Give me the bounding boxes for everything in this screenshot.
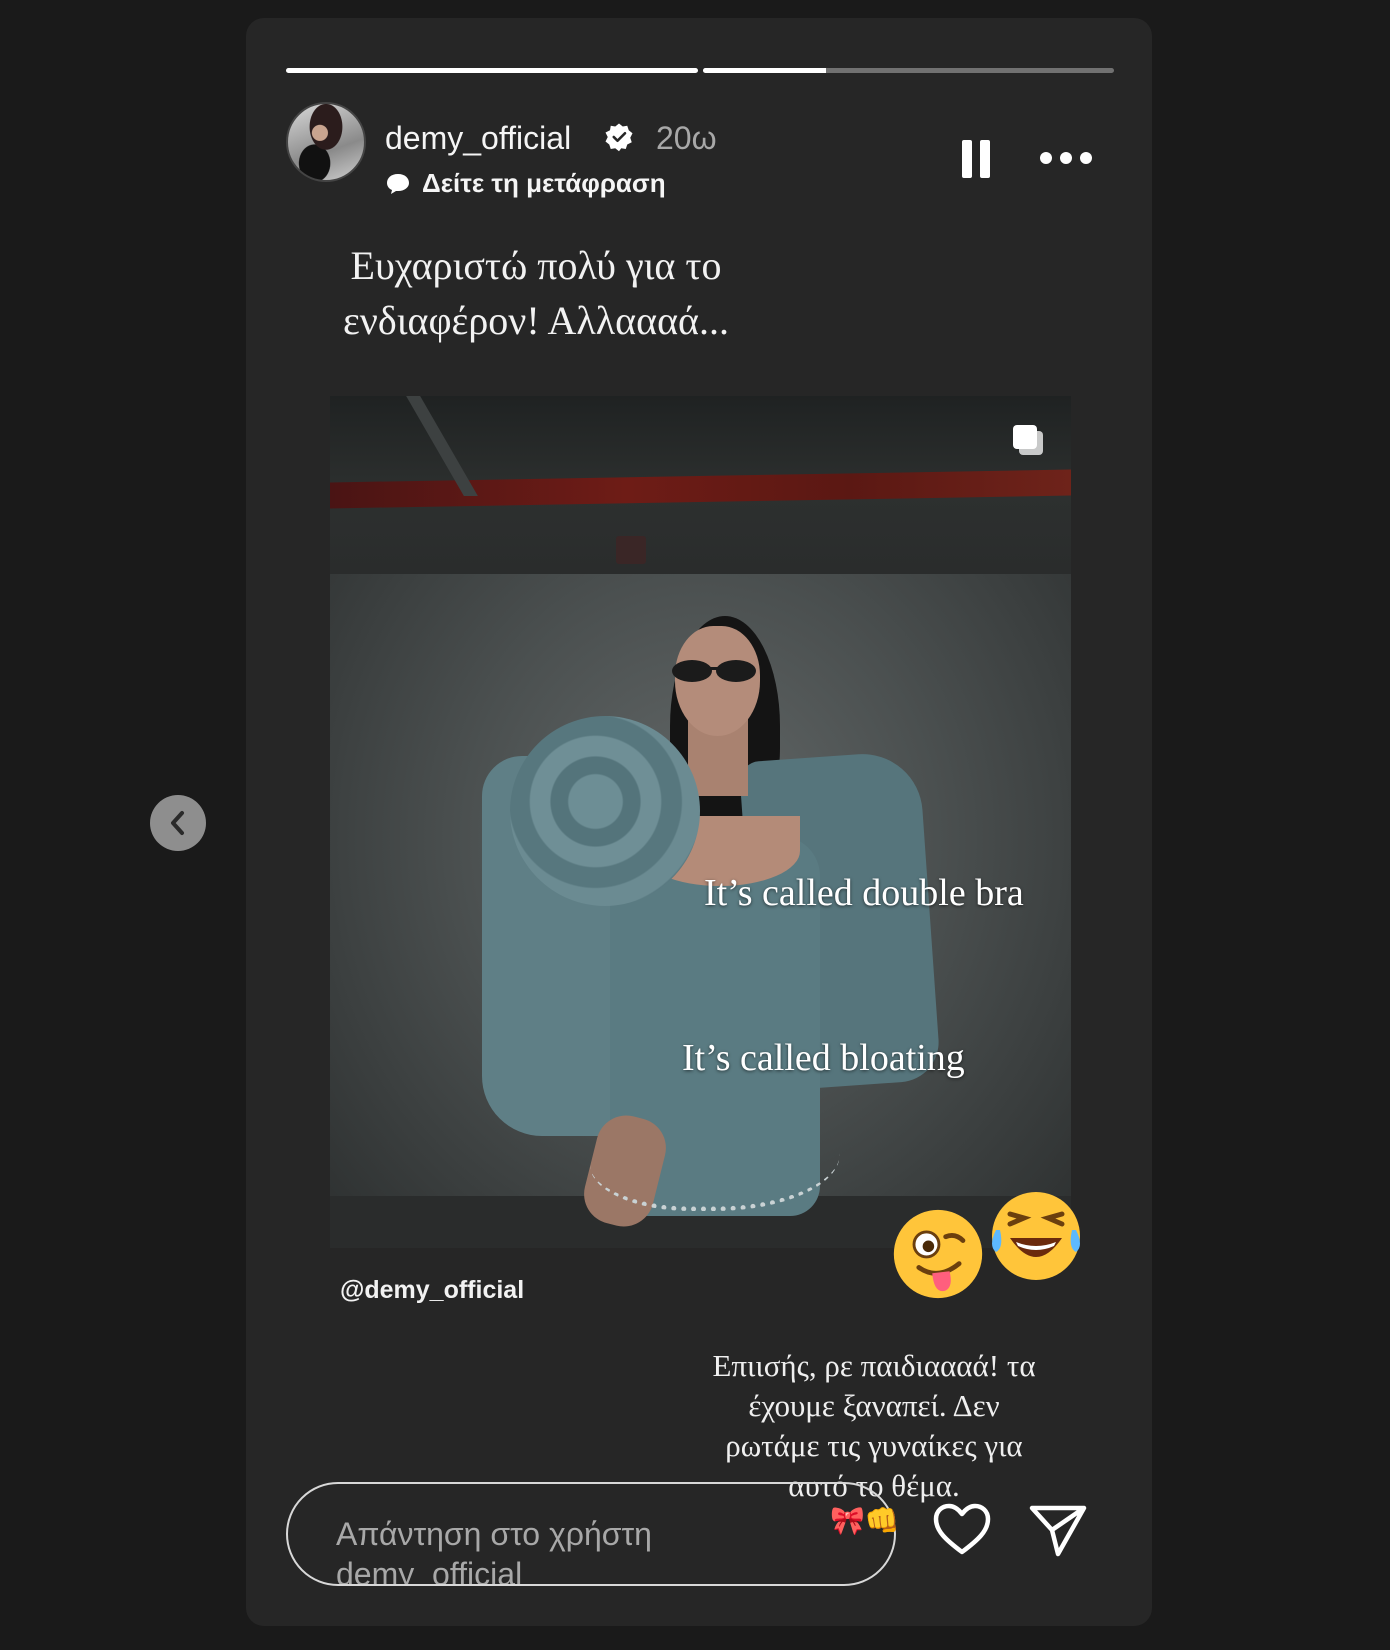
reply-placeholder-line: demy_official [336, 1556, 523, 1586]
pause-icon [962, 140, 972, 178]
progress-segment [702, 68, 1114, 73]
laughing-tears-emoji [992, 1192, 1080, 1280]
see-translation-label: Δείτε τη μετάφραση [422, 168, 666, 198]
story-caption: Ευχαριστώ πολύ για το ενδιαφέρον! Αλλααα… [286, 238, 786, 348]
caption-line: έχουμε ξαναπεί. Δεν [748, 1388, 1000, 1423]
reply-placeholder-line: Απάντηση στο χρήστη [336, 1516, 652, 1552]
more-icon-dot [1080, 152, 1092, 164]
sunglasses [672, 660, 756, 682]
photo-wall-box [616, 536, 646, 564]
caption-line: Ευχαριστώ πολύ για το [350, 243, 722, 288]
progress-fill [286, 68, 698, 73]
chevron-left-icon [171, 811, 184, 835]
more-icon-dot [1060, 152, 1072, 164]
multiple-images-icon [1013, 425, 1043, 455]
text-overlay: It’s called bloating [682, 1037, 965, 1079]
caption-line: ρωτάμε τις γυναίκες για [725, 1428, 1023, 1463]
dress-embellishment [590, 1096, 840, 1211]
post-time: 20ω [656, 120, 717, 156]
send-icon[interactable] [1028, 1500, 1088, 1560]
winking-tongue-emoji [893, 1209, 983, 1299]
flower-shoulder [510, 716, 700, 906]
story-progress [286, 68, 1114, 74]
pause-button[interactable] [962, 140, 990, 178]
progress-fill [702, 68, 826, 73]
shared-post-image[interactable]: It’s called double bra It’s called bloat… [330, 396, 1071, 1248]
more-icon [1040, 152, 1052, 164]
reply-input[interactable]: Απάντηση στο χρήστη demy_official [286, 1482, 896, 1586]
pause-icon-bar [980, 140, 990, 178]
story-header: demy_official 20ω Δείτε τη μετάφραση [286, 100, 1114, 198]
caption-line: ενδιαφέρον! Αλλαααά... [343, 298, 729, 343]
username-link[interactable]: demy_official [385, 120, 571, 157]
see-translation-button[interactable]: Δείτε τη μετάφραση [386, 168, 666, 199]
verified-badge-icon [605, 123, 633, 152]
caption-line: Επιισής, ρε παιδιαααά! τα [712, 1348, 1036, 1383]
text-overlay: It’s called double bra [704, 872, 1024, 914]
story-viewer[interactable]: demy_official 20ω Δείτε τη μετάφραση Ευχ… [246, 18, 1152, 1626]
avatar[interactable] [286, 102, 366, 182]
bow-fist-emoji: 🎀👊 [830, 1505, 900, 1536]
progress-segment [286, 68, 698, 73]
mention-tag[interactable]: @demy_official [340, 1276, 524, 1305]
previous-story-button[interactable] [150, 795, 206, 851]
reply-placeholder: Απάντηση στο χρήστη demy_official [336, 1514, 716, 1586]
heart-icon[interactable] [932, 1500, 992, 1560]
more-options-button[interactable] [1040, 148, 1096, 168]
speech-bubble-icon [387, 173, 409, 194]
